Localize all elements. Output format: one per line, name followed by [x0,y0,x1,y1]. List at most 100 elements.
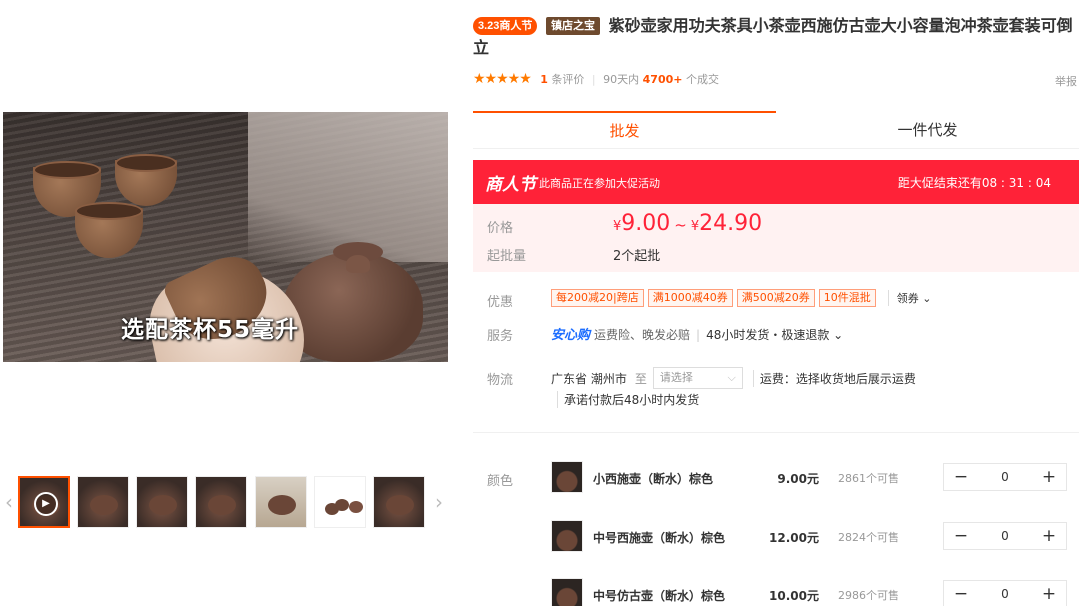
review-count[interactable]: 1 [540,73,548,86]
background-wall [248,112,448,262]
service-items: 运费险、晚发必赔 [594,328,691,342]
ship-promise: 承诺付款后48小时内发货 [557,391,699,408]
decrement-button[interactable]: − [944,464,978,490]
coupon-badge[interactable]: 每200减20|跨店 [551,289,644,307]
thumb-next-chevron-icon[interactable]: › [433,487,445,517]
festival-tag: 3.23商人节 [473,17,538,35]
anxin-badge: 安心购 [551,328,591,343]
region-select[interactable]: 请选择 ⌵ [652,367,743,389]
promo-text: 此商品正在参加大促活动 [539,177,660,190]
coupon-list: 每200减20|跨店 满1000减40券 满500减20券 10件混批 领券 ⌄ [551,289,931,307]
thumbnail[interactable] [77,476,129,528]
service-row: 服务 安心购 运费险、晚发必赔 | 48小时发货・极速退款 ⌄ [473,323,1079,344]
thumb-prev-chevron-icon[interactable]: ‹ [3,487,15,517]
freight-info: 运费：选择收货地后展示运费 [752,369,916,387]
tab-wholesale[interactable]: 批发 [473,111,776,149]
price-tilde: ~ [674,216,687,234]
service-content: 安心购 运费险、晚发必赔 | 48小时发货・极速退款 ⌄ [551,324,843,343]
thumbnail[interactable] [373,476,425,528]
play-icon: ▶ [34,492,58,516]
divider: | [591,73,596,86]
tab-dropship[interactable]: 一件代发 [776,111,1079,149]
sku-thumbnail[interactable] [551,461,583,493]
sku-name: 小西施壶（断水）棕色 [593,472,714,486]
thumbnail[interactable] [255,476,307,528]
sku-thumbnail[interactable] [551,520,583,552]
main-product-video[interactable]: 选配茶杯55毫升 [3,112,448,362]
thumbnail-image [208,495,236,515]
increment-button[interactable]: + [1032,464,1066,490]
promo-banner: 商人节 此商品正在参加大促活动 距大促结束还有08 : 31 : 04 [473,160,1079,204]
thumbnail[interactable] [314,476,366,528]
sales-period: 90天内 [603,73,640,86]
section-divider [473,432,1079,433]
video-caption: 选配茶杯55毫升 [121,317,300,343]
chevron-down-icon: ⌵ [727,371,736,384]
quantity-stepper: − 0 + [943,463,1067,491]
sku-row: 小西施壶（断水）棕色 9.00元 2861个可售 − 0 + [551,461,1080,501]
get-coupon-button[interactable]: 领券 ⌄ [887,290,931,306]
increment-button[interactable]: + [1032,523,1066,549]
countdown-value: 08 : 31 : 04 [981,176,1051,190]
thumbnail-image [268,495,296,515]
sold-suffix: 个成交 [685,73,719,86]
rating-row: ★★★★★ 1 条评价 | 90天内 4700+ 个成交 举报 [473,71,1079,89]
decrement-button[interactable]: − [944,581,978,606]
decrement-button[interactable]: − [944,523,978,549]
thumbnail-image [386,495,414,515]
review-suffix[interactable]: 条评价 [551,73,584,86]
price-box: 价格 ¥9.00 ~ ¥24.90 起批量 2个起批 [473,204,1079,272]
region-placeholder: 请选择 [659,371,693,384]
sku-name: 中号西施壶（断水）棕色 [593,531,726,545]
moq-value: 2个起批 [613,249,661,264]
thumbnail-image [90,495,118,515]
logistics-line: 广东省 潮州市 至 请选择 ⌵ 运费：选择收货地后展示运费 [551,367,916,389]
teapot-knob-image [346,255,370,273]
logistics-row: 物流 广东省 潮州市 至 请选择 ⌵ 运费：选择收货地后展示运费 承诺付款后48小… [473,365,1079,415]
thumbnail[interactable] [136,476,188,528]
price-max: 24.90 [699,211,763,236]
sku-price: 9.00元 [777,472,819,486]
increment-button[interactable]: + [1032,581,1066,606]
sku-price: 10.00元 [769,589,819,603]
coupon-badge[interactable]: 10件混批 [818,289,876,307]
purchase-tabs: 批发 一件代发 [473,111,1079,149]
coupon-badge[interactable]: 满500减20券 [736,289,815,307]
sku-row: 中号仿古壶（断水）棕色 10.00元 2986个可售 − 0 + [551,578,1080,606]
quantity-stepper: − 0 + [943,580,1067,606]
divider: | [696,328,701,342]
ship-origin: 广东省 潮州市 [551,371,627,386]
sku-thumbnail[interactable] [551,578,583,606]
delivery-dropdown[interactable]: 48小时发货・极速退款 ⌄ [706,328,843,342]
sku-stock: 2861个可售 [838,472,899,485]
thumbnail[interactable] [195,476,247,528]
quantity-input[interactable]: 0 [978,581,1032,606]
service-label: 服务 [487,329,514,344]
price-label: 价格 [487,221,514,236]
coupon-badge[interactable]: 满1000减40券 [647,289,733,307]
promo-logo: 商人节 [485,175,536,195]
quantity-input[interactable]: 0 [978,523,1032,549]
sold-count: 4700+ [642,73,683,86]
treasure-tag: 镇店之宝 [546,17,600,35]
countdown-prefix: 距大促结束还有 [897,176,982,190]
sku-stock: 2986个可售 [838,589,899,602]
thumbnail-image [335,499,349,511]
product-title-row: 3.23商人节 镇店之宝 紫砂壶家用功夫茶具小茶壶西施仿古壶大小容量泡冲茶壶套装… [473,15,1073,59]
moq-label: 起批量 [487,249,527,264]
thumbnail-video[interactable]: ▶ [18,476,70,528]
report-link[interactable]: 举报 [1055,73,1077,89]
thumbnail-strip: ‹ ▶ › [3,475,448,529]
coupon-row: 优惠 每200减20|跨店 满1000减40券 满500减20券 10件混批 领… [473,289,1079,310]
sku-price: 12.00元 [769,531,819,545]
sku-row: 中号西施壶（断水）棕色 12.00元 2824个可售 − 0 + [551,520,1080,560]
sku-name: 中号仿古壶（断水）棕色 [593,589,726,603]
quantity-stepper: − 0 + [943,522,1067,550]
promo-countdown: 距大促结束还有08 : 31 : 04 [898,174,1051,191]
quantity-input[interactable]: 0 [978,464,1032,490]
price-min: 9.00 [621,211,671,236]
logistics-label: 物流 [487,373,514,388]
thumbnail-image [149,495,177,515]
to-word: 至 [634,371,647,386]
sku-stock: 2824个可售 [838,531,899,544]
